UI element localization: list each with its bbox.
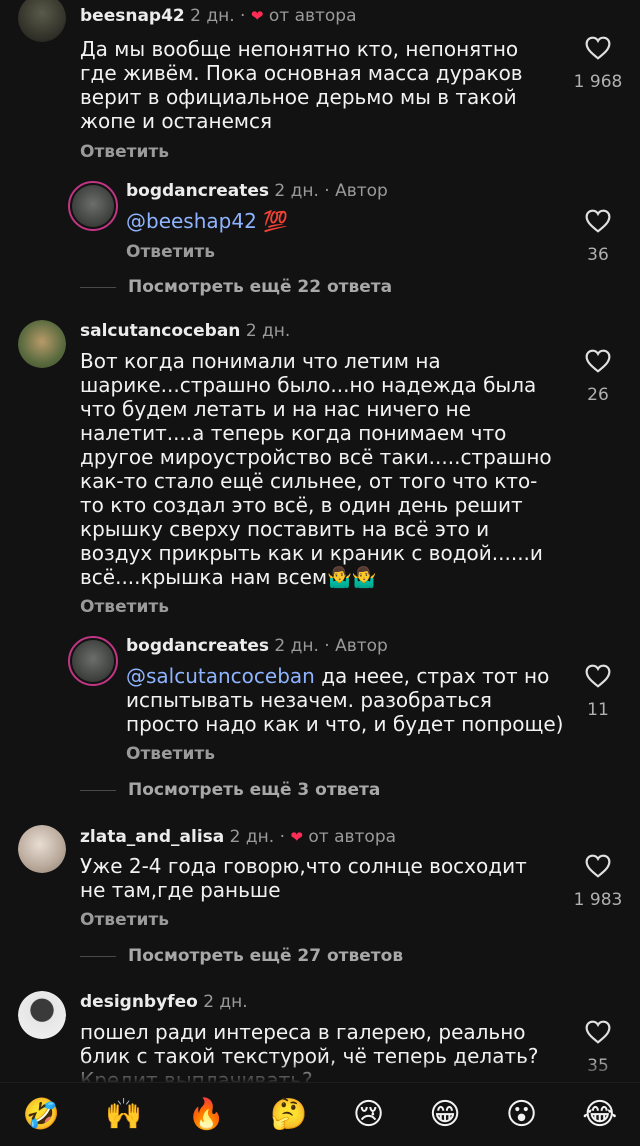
scroll-fade: [0, 1060, 640, 1084]
reply-button[interactable]: Ответить: [126, 744, 215, 764]
like-button[interactable]: 11: [563, 664, 633, 720]
heart-outline-icon[interactable]: [585, 36, 611, 60]
comment-text: Уже 2-4 года говорю,что солнце восходит …: [80, 854, 527, 902]
comment-text: Вот когда понимали что летим на шарике..…: [80, 349, 552, 589]
username[interactable]: bogdancreates: [126, 181, 269, 201]
comment-text: @beeshap42 💯: [126, 209, 289, 233]
emoji-crying[interactable]: 😢: [353, 1097, 384, 1132]
like-count: 1 968: [573, 72, 623, 92]
username[interactable]: bogdancreates: [126, 636, 269, 656]
comment-meta: bogdancreates 2 дн. · Автор: [126, 636, 388, 656]
like-count: 11: [587, 700, 609, 720]
emoji-thinking[interactable]: 🤔: [270, 1097, 307, 1132]
reply-button[interactable]: Ответить: [80, 910, 169, 930]
like-button[interactable]: 1 983: [563, 854, 633, 910]
emoji-surprised[interactable]: 😮: [506, 1097, 537, 1132]
avatar[interactable]: [68, 636, 118, 686]
comment-text: @salcutancoceban да неее, страх тот но и…: [126, 664, 564, 736]
reply-button[interactable]: Ответить: [80, 142, 169, 162]
view-more-replies[interactable]: Посмотреть ещё 22 ответа: [80, 277, 392, 297]
heart-outline-icon[interactable]: [585, 664, 611, 688]
heart-outline-icon[interactable]: [585, 854, 611, 878]
emoji-raising-hands[interactable]: 🙌: [105, 1097, 142, 1132]
heart-outline-icon[interactable]: [585, 209, 611, 233]
author-like-label: от автора: [268, 6, 357, 26]
view-more-replies[interactable]: Посмотреть ещё 27 ответов: [80, 946, 403, 966]
mention-link[interactable]: @beeshap42: [126, 209, 257, 233]
author-like-label: от автора: [308, 827, 397, 847]
reply-button[interactable]: Ответить: [126, 242, 215, 262]
emoji-rofl[interactable]: 🤣: [23, 1097, 60, 1132]
divider: [80, 789, 116, 791]
mention-link[interactable]: @salcutancoceban: [126, 664, 315, 688]
username[interactable]: zlata_and_alisa: [80, 827, 224, 847]
comment-text: Да мы вообще непонятно кто, непонятно гд…: [80, 37, 523, 133]
heart-outline-icon[interactable]: [585, 349, 611, 373]
heart-icon: ❤: [250, 7, 264, 25]
avatar[interactable]: [18, 991, 66, 1039]
heart-icon: ❤: [290, 828, 303, 846]
like-count: 36: [587, 245, 609, 265]
heart-outline-icon[interactable]: [585, 1020, 611, 1044]
like-count: 1 983: [573, 890, 623, 910]
divider: [80, 286, 116, 288]
emoji-fire[interactable]: 🔥: [188, 1097, 225, 1132]
comment-meta: salcutancoceban 2 дн.: [80, 321, 291, 341]
like-count: 26: [587, 385, 609, 405]
comment-meta: bogdancreates 2 дн. · Автор: [126, 181, 388, 201]
username[interactable]: designbyfeo: [80, 992, 198, 1012]
avatar[interactable]: [68, 181, 118, 231]
emoji-joy[interactable]: 😂: [582, 1097, 617, 1132]
reply-button[interactable]: Ответить: [80, 597, 169, 617]
comment-meta: designbyfeo 2 дн.: [80, 992, 248, 1012]
avatar[interactable]: [18, 0, 66, 42]
comment-meta: beesnap42 2 дн. · ❤ от автора: [80, 6, 357, 26]
like-button[interactable]: 36: [563, 209, 633, 265]
username[interactable]: salcutancoceban: [80, 321, 240, 341]
view-more-replies[interactable]: Посмотреть ещё 3 ответа: [80, 780, 380, 800]
like-button[interactable]: 26: [563, 349, 633, 405]
avatar[interactable]: [18, 825, 66, 873]
emoji-grin[interactable]: 😁: [429, 1097, 460, 1132]
username[interactable]: beesnap42: [80, 6, 185, 26]
divider: [80, 955, 116, 957]
avatar[interactable]: [18, 320, 66, 368]
emoji-reaction-bar: 🤣 🙌 🔥 🤔 😢 😁 😮 😂: [0, 1082, 640, 1146]
like-button[interactable]: 1 968: [563, 36, 633, 92]
comment-meta: zlata_and_alisa 2 дн. · ❤ от автора: [80, 827, 397, 847]
